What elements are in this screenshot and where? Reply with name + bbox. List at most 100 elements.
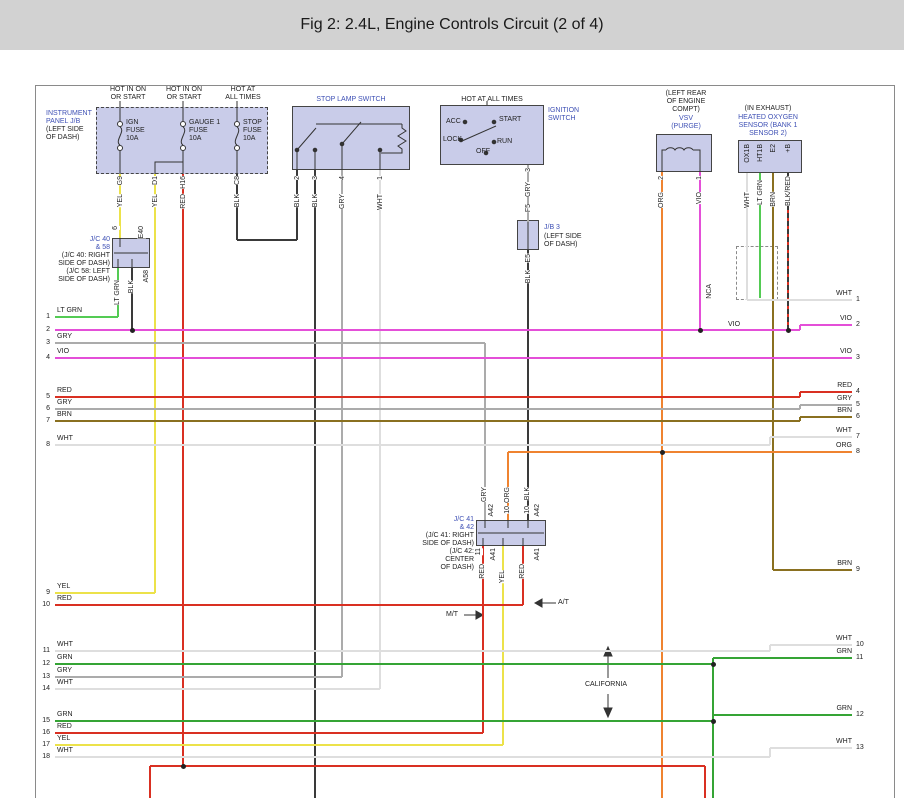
pin-id: A41 — [489, 548, 498, 560]
wire-5-red-right — [800, 391, 852, 393]
wire-7-brn — [55, 420, 800, 422]
ignition-position: OFF — [476, 148, 490, 156]
right-wire-number: 10 — [856, 641, 864, 649]
wire-12-grn — [55, 663, 713, 665]
nca-note: NCA — [705, 284, 714, 299]
wire-6-gry-right — [800, 404, 852, 406]
wire-color-label: ORG — [657, 192, 666, 208]
pin-id: H16 — [179, 176, 188, 189]
wire-15-grn — [55, 720, 713, 722]
pin-number: 4 — [338, 176, 347, 180]
wire-6-gry — [55, 408, 800, 410]
wire-color-label: BLK — [127, 280, 136, 293]
right-wire-color: WHT — [800, 290, 852, 298]
ignition-position: RUN — [497, 138, 512, 146]
wire-red-bottom-right — [704, 766, 706, 798]
right-wire-number: 5 — [856, 401, 860, 409]
wire-color-label: WHT — [376, 194, 385, 210]
wire-2-vio-right — [800, 324, 852, 326]
wire-yel-d1 — [154, 174, 156, 593]
right-wire-color: BRN — [800, 560, 852, 568]
left-wire-number: 17 — [36, 741, 50, 749]
left-wire-color: WHT — [57, 641, 73, 649]
stop-lamp-switch-box — [292, 106, 410, 170]
wire-grn-right-12 — [713, 714, 852, 716]
vsv-location: OF ENGINE — [652, 98, 720, 106]
right-wire-number: 8 — [856, 448, 860, 456]
jc40-location: (J/C 58: LEFT — [40, 268, 110, 276]
pin-number: 11 — [474, 548, 483, 555]
junction-dot — [660, 450, 665, 455]
left-wire-color: GRY — [57, 399, 72, 407]
jc41-location: (J/C 42: — [400, 548, 474, 556]
ipjb-name: PANEL J/B — [46, 118, 80, 126]
wire-11-wht — [55, 650, 770, 652]
fuse-label: 10A — [189, 135, 201, 143]
hot-label: HOT IN ON — [100, 86, 156, 94]
pin-number: 3 — [311, 176, 320, 180]
left-wire-number: 3 — [36, 339, 50, 347]
jc40-title: & 58 — [40, 244, 110, 252]
fuse-label: IGN — [126, 119, 138, 127]
wire-8-wht — [55, 444, 770, 446]
left-wire-number: 9 — [36, 589, 50, 597]
right-wire-color: WHT — [800, 427, 852, 435]
right-wire-number: 2 — [856, 321, 860, 329]
jc40-box — [112, 238, 150, 268]
right-wire-color: VIO — [800, 315, 852, 323]
ignition-position: START — [499, 116, 521, 124]
pin-number: 2 — [657, 176, 666, 180]
jc41-location: CENTER — [400, 556, 474, 564]
vsv-title: VSV — [652, 115, 720, 123]
fuse-label: GAUGE 1 — [189, 119, 220, 127]
jc41-location: SIDE OF DASH) — [400, 540, 474, 548]
left-wire-color: WHT — [57, 747, 73, 755]
right-wire-color: RED — [800, 382, 852, 390]
ignition-switch-title: IGNITION — [548, 107, 579, 115]
wire-gry-sls4 — [341, 170, 343, 677]
hot-label: HOT AT ALL TIMES — [440, 96, 544, 104]
vsv-location: COMPT) — [652, 106, 720, 114]
wire-blk-jc40 — [131, 268, 133, 330]
wire-color-label: YEL — [151, 194, 160, 207]
wire-red-bottom-left — [149, 766, 151, 798]
pin-id: G9 — [116, 176, 125, 185]
left-wire-number: 13 — [36, 673, 50, 681]
ignition-position: LOCK — [443, 136, 462, 144]
wire-org-right-8 — [508, 451, 852, 453]
junction-dot — [130, 328, 135, 333]
fuse-label: FUSE — [189, 127, 208, 135]
fuse-label: 10A — [243, 135, 255, 143]
jc40-location: SIDE OF DASH) — [40, 276, 110, 284]
jc41-title: & 42 — [400, 524, 474, 532]
o2-terminal: E2 — [769, 144, 778, 153]
wire-color-label: RED — [179, 194, 188, 209]
jb3-location: OF DASH) — [544, 241, 577, 249]
left-wire-color: GRY — [57, 333, 72, 341]
left-wire-number: 10 — [36, 601, 50, 609]
ignition-switch-box — [440, 105, 544, 165]
ignition-position: ACC — [446, 118, 461, 126]
left-wire-color: YEL — [57, 735, 70, 743]
left-wire-number: 5 — [36, 393, 50, 401]
right-wire-color: GRN — [800, 648, 852, 656]
right-wire-number: 6 — [856, 413, 860, 421]
wire-color-label: BLK — [293, 194, 302, 207]
pin-id: D1 — [151, 176, 160, 185]
junction-dot — [181, 764, 186, 769]
wire-18-wht — [55, 756, 770, 758]
right-wire-number: 3 — [856, 354, 860, 362]
wire-11-wht-right — [770, 644, 852, 646]
hot-label: ALL TIMES — [214, 94, 272, 102]
wire-9-yel — [55, 592, 155, 594]
wire-color-label: LT GRN — [756, 180, 765, 205]
wire-3-gry — [55, 342, 485, 344]
left-wire-color: RED — [57, 595, 72, 603]
wire-grn-right-11 — [713, 657, 852, 659]
wire-14-wht — [55, 688, 380, 690]
wire-red-bottom-run — [150, 765, 705, 767]
wire-7-brn-right — [800, 416, 852, 418]
o2-title: SENSOR 2) — [728, 130, 808, 138]
left-wire-number: 1 — [36, 313, 50, 321]
left-wire-color: WHT — [57, 679, 73, 687]
